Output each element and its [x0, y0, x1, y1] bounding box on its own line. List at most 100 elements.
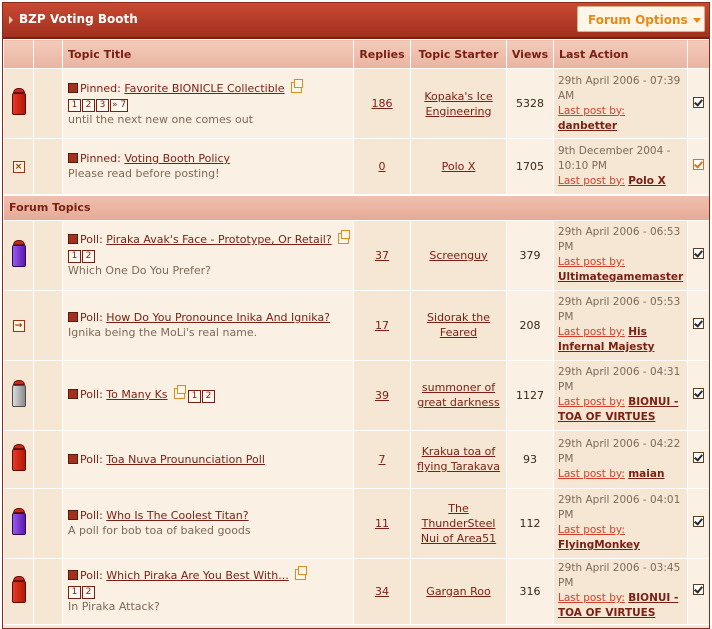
- topic-title-link[interactable]: Who Is The Coolest Titan?: [106, 509, 248, 522]
- last-post-author[interactable]: FlyingMonkey: [558, 539, 640, 551]
- topic-row: Poll: To Many Ks 1 2 39 summoner of great d…: [3, 359, 709, 431]
- topic-title-link[interactable]: Piraka Avak's Face - Prototype, Or Retai…: [106, 233, 331, 246]
- page-link[interactable]: 2: [202, 390, 216, 403]
- page-link[interactable]: 2: [82, 586, 95, 599]
- page-link[interactable]: 1: [68, 250, 81, 263]
- multi-page-icon[interactable]: [290, 78, 303, 93]
- topic-status-cell: [3, 359, 34, 431]
- header-views[interactable]: Views: [506, 39, 554, 69]
- starter-cell: The ThunderSteel Nui of Area51: [410, 487, 507, 559]
- views-count: 112: [506, 487, 554, 559]
- poll-icon: [68, 570, 78, 580]
- replies-link[interactable]: 34: [375, 585, 389, 598]
- page-link[interactable]: 1: [68, 98, 81, 112]
- page-link[interactable]: 1: [188, 390, 202, 403]
- last-action-date: 29th April 2006 - 07:39 AM: [558, 74, 681, 102]
- select-checkbox[interactable]: [693, 388, 704, 399]
- topic-type-cell: [33, 429, 63, 489]
- poll-icon: [68, 389, 78, 399]
- topic-row: Pinned: Favorite BIONICLE Collectible 1 2 3…: [3, 68, 709, 139]
- topic-starter-link[interactable]: summoner of great darkness: [417, 381, 499, 409]
- views-count: 316: [506, 557, 554, 625]
- last-action-date: 29th April 2006 - 03:45 PM: [558, 562, 681, 589]
- header-topic-title[interactable]: Topic Title: [62, 39, 354, 69]
- last-post-author[interactable]: Ultimategamemaster: [558, 271, 683, 283]
- topic-title-cell: Poll: Toa Nuva Prounun­ciation Poll: [62, 429, 354, 489]
- topic-starter-link[interactable]: Sidorak the Feared: [427, 311, 490, 339]
- select-checkbox[interactable]: [693, 248, 704, 259]
- replies-link[interactable]: 39: [375, 389, 389, 402]
- starter-cell: Krakua toa of flying Tarakava: [410, 429, 507, 489]
- topic-type-cell: [33, 557, 63, 625]
- replies-link[interactable]: 11: [375, 517, 389, 530]
- topic-starter-link[interactable]: The ThunderSteel Nui of Area51: [421, 502, 496, 545]
- select-checkbox[interactable]: [693, 584, 704, 595]
- last-action-cell: 29th April 2006 - 04:31 PM Last post by: …: [553, 359, 688, 431]
- last-action-date: 29th April 2006 - 04:22 PM: [558, 437, 681, 465]
- topic-type-cell: [33, 219, 63, 291]
- last-post-label[interactable]: Last post by:: [558, 256, 625, 268]
- last-post-label[interactable]: Last post by:: [558, 326, 625, 338]
- last-action-cell: 29th April 2006 - 04:22 PM Last post by: …: [553, 429, 688, 489]
- page-links: 12: [68, 248, 96, 263]
- multi-page-icon[interactable]: [337, 230, 350, 244]
- topic-starter-link[interactable]: Gargan Roo: [426, 585, 490, 598]
- multi-page-icon[interactable]: [173, 385, 186, 399]
- last-post-label[interactable]: Last post by:: [558, 175, 625, 187]
- starter-cell: Kopaka's Ice Engineering: [410, 68, 507, 139]
- last-action-cell: 9th December 2004 - 10:10 PM Last post by…: [553, 138, 688, 195]
- last-post-author[interactable]: Polo X: [628, 175, 665, 187]
- topic-starter-link[interactable]: Kopaka's Ice Engineering: [424, 90, 492, 118]
- header-select: [687, 39, 709, 69]
- header-topic-starter[interactable]: Topic Starter: [410, 39, 507, 69]
- replies-link[interactable]: 37: [375, 249, 389, 262]
- topic-starter-link[interactable]: Polo X: [442, 160, 476, 173]
- page-link[interactable]: 1: [68, 586, 81, 599]
- topic-title-link[interactable]: Toa Nuva Prounun­ciation Poll: [106, 453, 265, 466]
- select-checkbox[interactable]: [693, 452, 704, 463]
- select-checkbox[interactable]: [693, 159, 704, 171]
- header-last-action[interactable]: Last Action: [553, 39, 688, 69]
- last-post-label[interactable]: Last post by:: [558, 105, 625, 117]
- topic-title-link[interactable]: Voting Booth Policy: [124, 152, 230, 165]
- page-link[interactable]: 2: [82, 98, 95, 112]
- topic-prefix: Pinned:: [80, 81, 121, 95]
- last-post-label[interactable]: Last post by:: [558, 468, 625, 480]
- forum-options-button[interactable]: Forum Options: [577, 6, 705, 32]
- last-post-label[interactable]: Last post by:: [558, 592, 625, 604]
- select-checkbox[interactable]: [693, 96, 704, 108]
- multi-page-icon[interactable]: [294, 566, 307, 580]
- replies-link[interactable]: 186: [372, 97, 393, 110]
- collapse-arrow-icon[interactable]: [9, 16, 13, 24]
- last-action-date: 29th April 2006 - 06:53 PM: [558, 226, 681, 253]
- starter-cell: Polo X: [410, 138, 507, 195]
- red-bin-icon: [11, 443, 26, 472]
- topic-type-cell: [33, 359, 63, 431]
- topic-starter-link[interactable]: Krakua toa of flying Tarakava: [417, 445, 500, 473]
- topic-status-cell: [3, 557, 34, 625]
- chevron-down-icon: [692, 18, 701, 23]
- topic-title-link[interactable]: Favorite BIONICLE Collectible: [124, 82, 284, 95]
- topic-prefix: Poll:: [80, 452, 103, 466]
- replies-cell: 37: [353, 219, 411, 291]
- select-checkbox[interactable]: [693, 516, 704, 527]
- header-replies[interactable]: Replies: [353, 39, 411, 69]
- last-post-label[interactable]: Last post by:: [558, 396, 625, 408]
- replies-link[interactable]: 0: [379, 160, 386, 173]
- topic-starter-link[interactable]: Screenguy: [429, 249, 487, 262]
- replies-link[interactable]: 17: [375, 319, 389, 332]
- last-post-author[interactable]: danbetter: [558, 120, 617, 132]
- select-checkbox[interactable]: [693, 318, 704, 329]
- topic-title-link[interactable]: Which Piraka Are You Best With...: [106, 569, 288, 582]
- replies-link[interactable]: 7: [379, 453, 386, 466]
- last-post-label[interactable]: Last post by:: [558, 524, 625, 536]
- page-link[interactable]: 2: [82, 250, 95, 263]
- page-link[interactable]: 3: [96, 98, 109, 112]
- page-link[interactable]: » 7: [110, 98, 129, 112]
- topic-title-link[interactable]: How Do You Pronounce Inika And Ignika?: [106, 311, 330, 324]
- topic-title-link[interactable]: To Many Ks: [106, 388, 167, 401]
- topic-status-cell: [3, 68, 34, 139]
- last-post-author[interactable]: maian: [628, 468, 664, 480]
- topic-description: Which One Do You Prefer?: [68, 264, 211, 277]
- last-action-cell: 29th April 2006 - 03:45 PM Last post by: …: [553, 557, 688, 625]
